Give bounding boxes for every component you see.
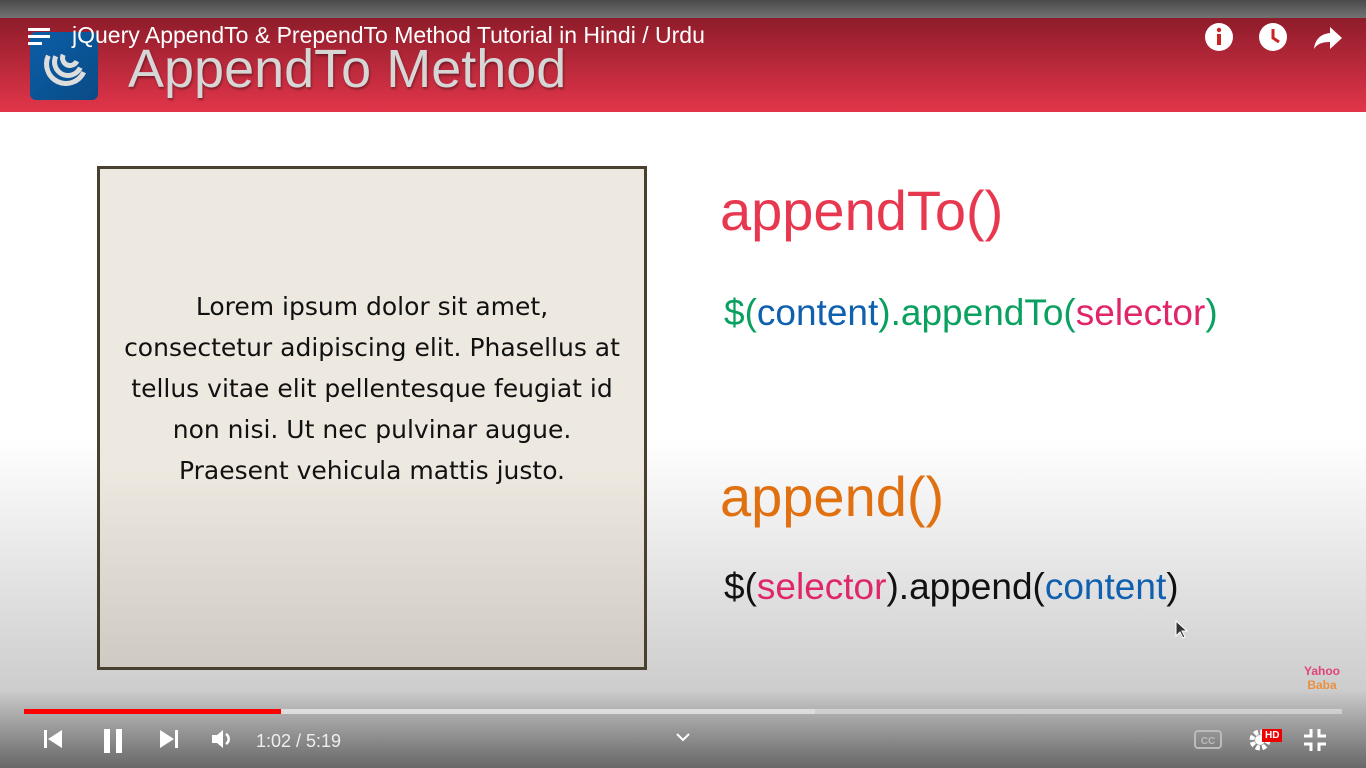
- captions-icon[interactable]: CC: [1194, 728, 1222, 756]
- volume-icon[interactable]: [210, 728, 236, 756]
- next-icon[interactable]: [158, 728, 180, 756]
- playlist-icon[interactable]: [28, 28, 50, 48]
- progress-bar[interactable]: [24, 709, 1342, 714]
- append-heading: append(): [720, 465, 945, 528]
- svg-text:CC: CC: [1201, 736, 1215, 747]
- exit-fullscreen-icon[interactable]: [1303, 728, 1327, 758]
- append-syntax: $(selector).append(content): [724, 566, 1179, 607]
- appendto-syntax: $(content).appendTo(selector): [724, 292, 1218, 333]
- yahoo-baba-watermark: Yahoo Baba: [1304, 664, 1341, 692]
- pause-icon[interactable]: [102, 728, 124, 760]
- top-shade: [0, 0, 1366, 20]
- time-display: 1:02 / 5:19: [256, 731, 342, 751]
- lorem-text: Lorem ipsum dolor sit amet, consectetur …: [124, 291, 620, 485]
- watch-later-icon[interactable]: [1258, 22, 1288, 52]
- video-frame[interactable]: AppendTo Method jQuery AppendTo & Prepen…: [0, 0, 1366, 768]
- played-bar: [24, 709, 281, 714]
- chevron-down-icon[interactable]: [674, 726, 692, 752]
- appendto-heading: appendTo(): [720, 179, 1004, 242]
- hd-badge: HD: [1262, 729, 1283, 742]
- video-title[interactable]: jQuery AppendTo & PrependTo Method Tutor…: [72, 22, 705, 49]
- demo-box: Lorem ipsum dolor sit amet, consectetur …: [97, 166, 647, 670]
- mouse-cursor-icon: [1175, 620, 1189, 639]
- share-icon[interactable]: [1312, 22, 1342, 52]
- info-icon[interactable]: [1204, 22, 1234, 52]
- previous-icon[interactable]: [42, 728, 64, 756]
